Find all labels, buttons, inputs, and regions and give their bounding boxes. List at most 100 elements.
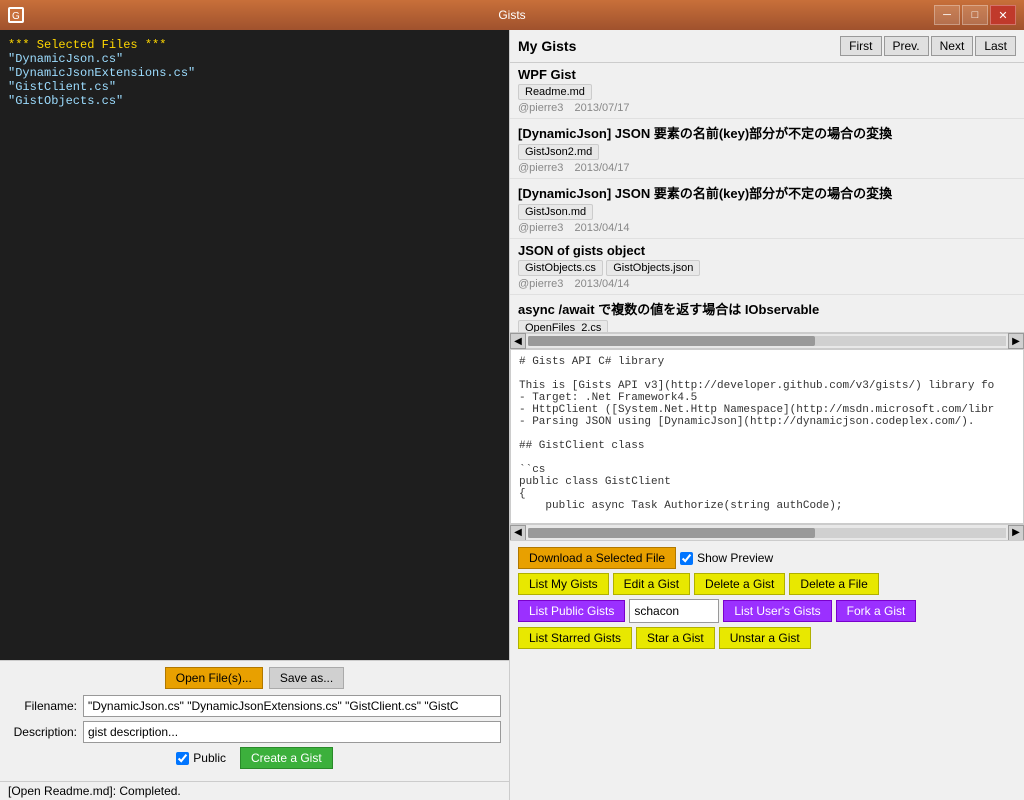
gist-meta: @pierre3 2013/04/17 bbox=[518, 162, 1016, 174]
gist-title: JSON of gists object bbox=[518, 243, 1016, 258]
last-button[interactable]: Last bbox=[975, 36, 1016, 56]
preview-scroll-bottom[interactable]: ◀ ▶ bbox=[510, 524, 1024, 540]
my-gists-title: My Gists bbox=[518, 38, 576, 54]
filename-row: Filename: bbox=[8, 695, 501, 717]
nav-buttons: First Prev. Next Last bbox=[840, 36, 1016, 56]
description-input[interactable] bbox=[83, 721, 501, 743]
action-row-2: List Public Gists List User's Gists Fork… bbox=[518, 599, 1016, 623]
username-input[interactable] bbox=[629, 599, 719, 623]
gist-date: 2013/04/17 bbox=[574, 162, 629, 174]
status-text: [Open Readme.md]: Completed. bbox=[8, 784, 181, 798]
gist-date: 2013/04/14 bbox=[574, 222, 629, 234]
left-panel: *** Selected Files *** "DynamicJson.cs" … bbox=[0, 30, 510, 800]
create-gist-button[interactable]: Create a Gist bbox=[240, 747, 333, 769]
selected-file-1: "DynamicJson.cs" bbox=[8, 52, 501, 66]
action-row-3: List Starred Gists Star a Gist Unstar a … bbox=[518, 627, 1016, 649]
list-my-gists-button[interactable]: List My Gists bbox=[518, 573, 609, 595]
selected-files-header: *** Selected Files *** bbox=[8, 38, 501, 52]
preview-scroll-left[interactable]: ◀ bbox=[510, 525, 526, 541]
show-preview-label: Show Preview bbox=[697, 551, 773, 565]
scroll-track[interactable] bbox=[528, 336, 1006, 346]
gist-date: 2013/07/17 bbox=[574, 102, 629, 114]
gist-meta: @pierre3 2013/04/14 bbox=[518, 222, 1016, 234]
gist-file: GistObjects.cs bbox=[518, 260, 603, 276]
star-gist-button[interactable]: Star a Gist bbox=[636, 627, 715, 649]
fork-gist-button[interactable]: Fork a Gist bbox=[836, 600, 917, 622]
filename-input[interactable] bbox=[83, 695, 501, 717]
description-row: Description: bbox=[8, 721, 501, 743]
description-label: Description: bbox=[8, 725, 83, 739]
gist-date: 2013/04/14 bbox=[574, 278, 629, 290]
preview-scroll-track[interactable] bbox=[528, 528, 1006, 538]
next-button[interactable]: Next bbox=[931, 36, 974, 56]
actions-area: Download a Selected File Show Preview Li… bbox=[510, 540, 1024, 659]
public-row: Public Create a Gist bbox=[8, 747, 501, 769]
selected-file-2: "DynamicJsonExtensions.cs" bbox=[8, 66, 501, 80]
scroll-left-arrow[interactable]: ◀ bbox=[510, 333, 526, 349]
preview-scroll-thumb[interactable] bbox=[528, 528, 815, 538]
window-controls: ─ □ ✕ bbox=[934, 5, 1016, 25]
public-checkbox[interactable] bbox=[176, 752, 189, 765]
preview-scroll-right[interactable]: ▶ bbox=[1008, 525, 1024, 541]
gist-author: @pierre3 bbox=[518, 102, 563, 114]
list-item[interactable]: WPF Gist Readme.md @pierre3 2013/07/17 bbox=[510, 63, 1024, 119]
code-editor[interactable]: *** Selected Files *** "DynamicJson.cs" … bbox=[0, 30, 509, 660]
left-bottom-panel: Open File(s)... Save as... Filename: Des… bbox=[0, 660, 509, 781]
list-item[interactable]: async /await で複数の値を返す場合は IObservable Ope… bbox=[510, 295, 1024, 333]
save-as-button[interactable]: Save as... bbox=[269, 667, 344, 689]
status-bar: [Open Readme.md]: Completed. bbox=[0, 781, 509, 800]
first-button[interactable]: First bbox=[840, 36, 881, 56]
filename-label: Filename: bbox=[8, 699, 83, 713]
minimize-button[interactable]: ─ bbox=[934, 5, 960, 25]
preview-content: # Gists API C# library This is [Gists AP… bbox=[519, 356, 1015, 512]
restore-button[interactable]: □ bbox=[962, 5, 988, 25]
download-row: Download a Selected File Show Preview bbox=[518, 547, 1016, 569]
scroll-right-arrow[interactable]: ▶ bbox=[1008, 333, 1024, 349]
app-icon: G bbox=[8, 7, 24, 23]
gist-list[interactable]: WPF Gist Readme.md @pierre3 2013/07/17 [… bbox=[510, 63, 1024, 333]
window-title: Gists bbox=[498, 8, 525, 22]
download-selected-file-button[interactable]: Download a Selected File bbox=[518, 547, 676, 569]
gists-header: My Gists First Prev. Next Last bbox=[510, 30, 1024, 63]
selected-file-4: "GistObjects.cs" bbox=[8, 94, 501, 108]
gist-title: WPF Gist bbox=[518, 67, 1016, 82]
action-row-1: List My Gists Edit a Gist Delete a Gist … bbox=[518, 573, 1016, 595]
list-user-gists-button[interactable]: List User's Gists bbox=[723, 600, 831, 622]
titlebar-left: G bbox=[8, 7, 24, 23]
horizontal-scrollbar[interactable]: ◀ ▶ bbox=[510, 333, 1024, 349]
open-files-button[interactable]: Open File(s)... bbox=[165, 667, 263, 689]
list-item[interactable]: JSON of gists object GistObjects.cs Gist… bbox=[510, 239, 1024, 295]
gist-author: @pierre3 bbox=[518, 222, 563, 234]
delete-gist-button[interactable]: Delete a Gist bbox=[694, 573, 785, 595]
gist-author: @pierre3 bbox=[518, 162, 563, 174]
gist-meta: @pierre3 2013/07/17 bbox=[518, 102, 1016, 114]
show-preview-checkbox[interactable] bbox=[680, 552, 693, 565]
gist-file: GistJson.md bbox=[518, 204, 593, 220]
file-button-row: Open File(s)... Save as... bbox=[8, 667, 501, 689]
list-starred-gists-button[interactable]: List Starred Gists bbox=[518, 627, 632, 649]
main-container: *** Selected Files *** "DynamicJson.cs" … bbox=[0, 30, 1024, 800]
titlebar: G Gists ─ □ ✕ bbox=[0, 0, 1024, 30]
close-button[interactable]: ✕ bbox=[990, 5, 1016, 25]
gist-file: Readme.md bbox=[518, 84, 592, 100]
list-item[interactable]: [DynamicJson] JSON 要素の名前(key)部分が不定の場合の変換… bbox=[510, 119, 1024, 179]
preview-area[interactable]: # Gists API C# library This is [Gists AP… bbox=[510, 349, 1024, 524]
gist-title: async /await で複数の値を返す場合は IObservable bbox=[518, 299, 1016, 318]
svg-text:G: G bbox=[12, 11, 20, 21]
public-label: Public bbox=[193, 751, 226, 765]
edit-gist-button[interactable]: Edit a Gist bbox=[613, 573, 690, 595]
prev-button[interactable]: Prev. bbox=[884, 36, 929, 56]
scroll-thumb[interactable] bbox=[528, 336, 815, 346]
gist-meta: @pierre3 2013/04/14 bbox=[518, 278, 1016, 290]
gist-title: [DynamicJson] JSON 要素の名前(key)部分が不定の場合の変換 bbox=[518, 183, 1016, 202]
list-public-gists-button[interactable]: List Public Gists bbox=[518, 600, 625, 622]
unstar-gist-button[interactable]: Unstar a Gist bbox=[719, 627, 811, 649]
gist-file: GistJson2.md bbox=[518, 144, 599, 160]
gist-author: @pierre3 bbox=[518, 278, 563, 290]
gist-file: GistObjects.json bbox=[606, 260, 700, 276]
selected-file-3: "GistClient.cs" bbox=[8, 80, 501, 94]
gist-title: [DynamicJson] JSON 要素の名前(key)部分が不定の場合の変換 bbox=[518, 123, 1016, 142]
list-item[interactable]: [DynamicJson] JSON 要素の名前(key)部分が不定の場合の変換… bbox=[510, 179, 1024, 239]
gist-file: OpenFiles_2.cs bbox=[518, 320, 608, 333]
delete-file-button[interactable]: Delete a File bbox=[789, 573, 878, 595]
